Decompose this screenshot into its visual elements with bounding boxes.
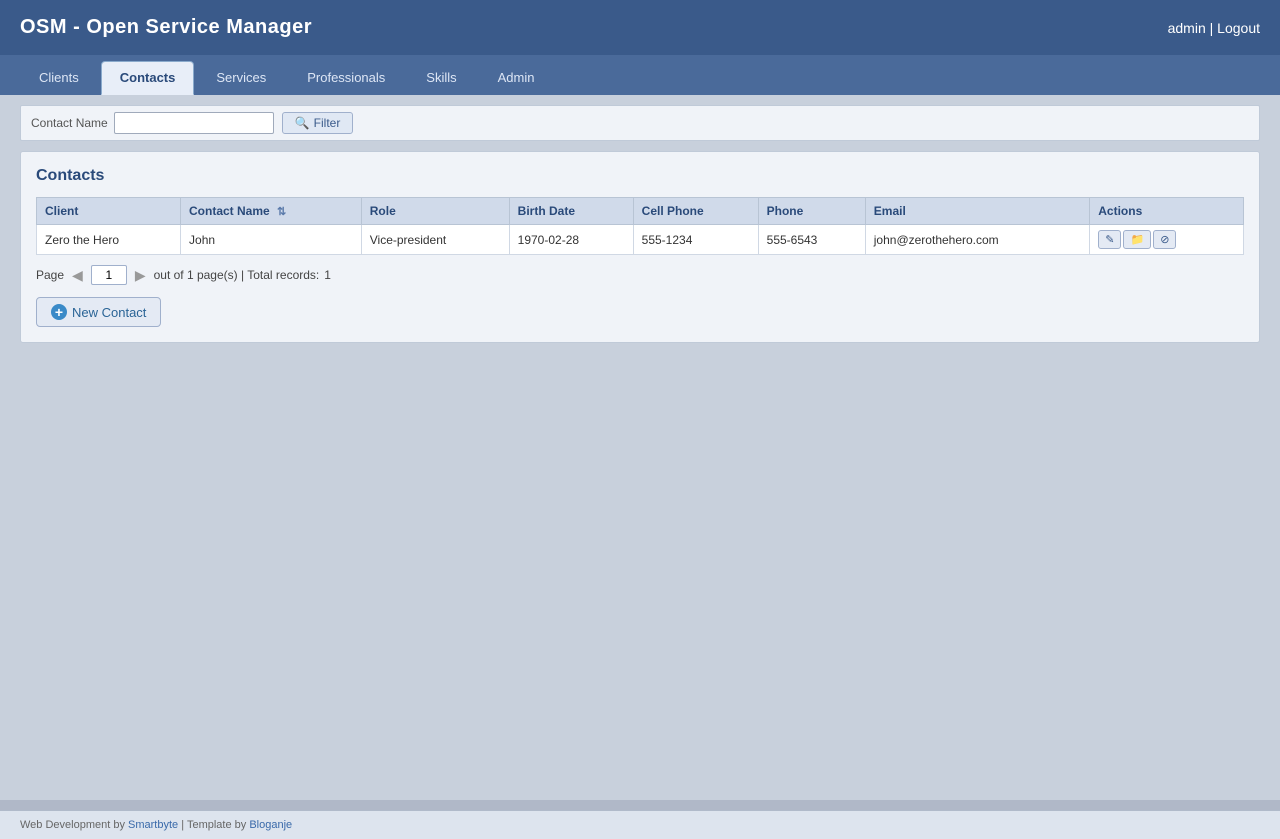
- plus-icon: +: [51, 304, 67, 320]
- col-birth-date: Birth Date: [509, 198, 633, 225]
- pagination: Page ◀ ▶ out of 1 page(s) | Total record…: [36, 265, 1244, 285]
- contacts-table: Client Contact Name ⇅ Role Birth Date Ce…: [36, 197, 1244, 255]
- filter-button[interactable]: 🔍 Filter: [282, 112, 354, 134]
- cell-phone: 555-6543: [758, 225, 865, 255]
- app-title: OSM - Open Service Manager: [20, 16, 312, 39]
- total-records: 1: [324, 268, 331, 282]
- cell-client: Zero the Hero: [37, 225, 181, 255]
- tab-admin[interactable]: Admin: [479, 61, 554, 95]
- col-actions: Actions: [1090, 198, 1244, 225]
- admin-link[interactable]: admin: [1168, 20, 1206, 36]
- content-wrapper: Contact Name 🔍 Filter Contacts Client Co…: [0, 95, 1280, 800]
- cell-actions: ✎📁⊘: [1090, 225, 1244, 255]
- col-contact-name: Contact Name ⇅: [181, 198, 362, 225]
- contact-name-label: Contact Name: [31, 116, 108, 130]
- tab-contacts[interactable]: Contacts: [101, 61, 195, 95]
- tab-skills[interactable]: Skills: [407, 61, 475, 95]
- out-of-label: out of 1 page(s) | Total records:: [154, 268, 320, 282]
- footer: Web Development by Smartbyte | Template …: [0, 810, 1280, 839]
- new-contact-label: New Contact: [72, 305, 146, 320]
- smartbyte-link[interactable]: Smartbyte: [128, 819, 178, 831]
- tab-professionals[interactable]: Professionals: [288, 61, 404, 95]
- edit-button[interactable]: ✎: [1098, 230, 1121, 249]
- sort-icon-contact-name[interactable]: ⇅: [277, 206, 286, 218]
- logout-link[interactable]: Logout: [1217, 20, 1260, 36]
- header: OSM - Open Service Manager admin | Logou…: [0, 0, 1280, 55]
- cell-cell-phone: 555-1234: [633, 225, 758, 255]
- cell-email: john@zerothehero.com: [865, 225, 1090, 255]
- next-page-button[interactable]: ▶: [132, 267, 149, 284]
- bloganje-link[interactable]: Bloganje: [249, 819, 292, 831]
- navigation: Clients Contacts Services Professionals …: [0, 55, 1280, 95]
- header-right: admin | Logout: [1168, 20, 1260, 36]
- filter-button-label: Filter: [314, 116, 341, 130]
- search-icon: 🔍: [295, 116, 310, 130]
- new-contact-button[interactable]: + New Contact: [36, 297, 161, 327]
- cell-birth-date: 1970-02-28: [509, 225, 633, 255]
- contact-name-input[interactable]: [114, 112, 274, 134]
- footer-web-dev-label: Web Development by: [20, 819, 125, 831]
- col-email: Email: [865, 198, 1090, 225]
- table-header-row: Client Contact Name ⇅ Role Birth Date Ce…: [37, 198, 1244, 225]
- table-row: Zero the HeroJohnVice-president1970-02-2…: [37, 225, 1244, 255]
- page-input[interactable]: [91, 265, 127, 285]
- col-role: Role: [361, 198, 509, 225]
- cell-contact-name: John: [181, 225, 362, 255]
- footer-template-label: | Template by: [181, 819, 246, 831]
- contacts-section: Contacts Client Contact Name ⇅ Role Birt…: [20, 151, 1260, 343]
- contacts-heading: Contacts: [36, 167, 1244, 185]
- col-phone: Phone: [758, 198, 865, 225]
- tab-services[interactable]: Services: [197, 61, 285, 95]
- col-cell-phone: Cell Phone: [633, 198, 758, 225]
- tab-clients[interactable]: Clients: [20, 61, 98, 95]
- view-button[interactable]: 📁: [1123, 230, 1151, 249]
- delete-button[interactable]: ⊘: [1153, 230, 1176, 249]
- cell-role: Vice-president: [361, 225, 509, 255]
- col-client: Client: [37, 198, 181, 225]
- contacts-tbody: Zero the HeroJohnVice-president1970-02-2…: [37, 225, 1244, 255]
- prev-page-button[interactable]: ◀: [69, 267, 86, 284]
- filter-bar: Contact Name 🔍 Filter: [20, 105, 1260, 141]
- page-label: Page: [36, 268, 64, 282]
